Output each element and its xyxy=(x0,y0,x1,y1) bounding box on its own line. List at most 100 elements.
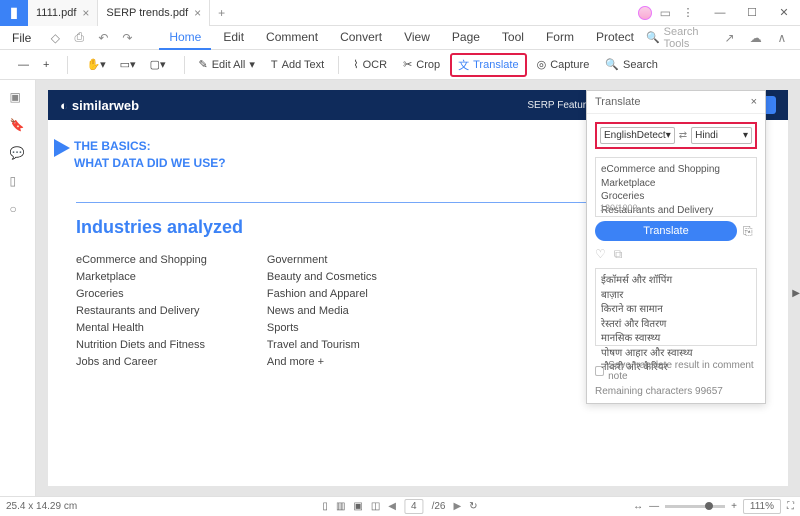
zoom-in-button[interactable]: + xyxy=(37,56,55,74)
copy-icon[interactable]: ⎘ xyxy=(743,224,757,238)
zoom-out-button[interactable]: — xyxy=(12,56,35,74)
remaining-chars: Remaining characters 99657 xyxy=(595,386,757,397)
ribbon-tab-form[interactable]: Form xyxy=(536,26,584,50)
swap-languages-icon[interactable]: ⇄ xyxy=(679,130,687,141)
char-count: 130/1000 xyxy=(600,203,757,213)
redo-icon[interactable]: ↷ xyxy=(117,28,137,48)
ribbon-tab-convert[interactable]: Convert xyxy=(330,26,392,50)
arrow-bullet-icon xyxy=(54,139,70,157)
undo-icon[interactable]: ↶ xyxy=(93,28,113,48)
fullscreen-icon[interactable]: ⛶ xyxy=(787,501,794,512)
comment-icon[interactable]: 💬 xyxy=(10,146,26,162)
zoom-out-icon[interactable]: — xyxy=(649,501,659,512)
thumbnails-icon[interactable]: ▣ xyxy=(10,90,26,106)
text-icon: T xyxy=(271,59,278,71)
maximize-icon[interactable]: ☐ xyxy=(740,3,764,23)
main-area: ▣ 🔖 💬 ▯ ○ ◐ similarweb SERP Feature Tren… xyxy=(0,80,800,496)
next-page-icon[interactable]: ▶ xyxy=(453,501,461,512)
ribbon-tab-home[interactable]: Home xyxy=(159,26,211,50)
close-window-icon[interactable]: ✕ xyxy=(772,3,796,23)
translate-panel: Translate × EnglishDetect▾ ⇄ Hindi▾ xyxy=(586,90,766,404)
rotate-icon[interactable]: ↻ xyxy=(469,501,477,512)
share-icon[interactable]: ↗ xyxy=(722,28,738,48)
translate-button[interactable]: 文 Translate xyxy=(450,53,526,77)
document-tabs: 1111.pdf × SERP trends.pdf × + xyxy=(28,0,638,26)
translate-action-button[interactable]: Translate xyxy=(595,221,737,241)
titlebar: ▮ 1111.pdf × SERP trends.pdf × + ▭ ⋮ — ☐… xyxy=(0,0,800,26)
tab-label: 1111.pdf xyxy=(36,7,76,19)
ribbon-tab-view[interactable]: View xyxy=(394,26,440,50)
heart-icon[interactable]: ♡ xyxy=(595,247,606,262)
print-icon[interactable]: ⎙ xyxy=(69,28,89,48)
search-tools-input[interactable]: 🔍 Search Tools xyxy=(646,26,712,50)
tab-label: SERP trends.pdf xyxy=(106,7,188,19)
view-continuous-icon[interactable]: ▥ xyxy=(336,501,345,512)
statusbar: 25.4 x 14.29 cm ▯ ▥ ▣ ◫ ◀ 4 /26 ▶ ↻ ↔ — … xyxy=(0,496,800,516)
chevron-down-icon: ▾ xyxy=(666,130,671,141)
minimize-icon[interactable]: — xyxy=(708,3,732,23)
tab-1111[interactable]: 1111.pdf × xyxy=(28,0,98,26)
expand-icon[interactable]: ∧ xyxy=(774,28,790,48)
ocr-icon: ⌇ xyxy=(353,58,358,71)
ribbon-tab-edit[interactable]: Edit xyxy=(213,26,254,50)
zoom-slider[interactable] xyxy=(665,505,725,508)
view-book-icon[interactable]: ◫ xyxy=(371,501,380,512)
hand-tool-icon[interactable]: ✋▾ xyxy=(80,55,111,74)
attachment-icon[interactable]: ▯ xyxy=(10,174,26,190)
file-menu[interactable]: File xyxy=(4,31,39,45)
fit-width-icon[interactable]: ↔ xyxy=(633,501,643,512)
tab-serp-trends[interactable]: SERP trends.pdf × xyxy=(98,0,210,26)
chevron-down-icon: ▾ xyxy=(743,130,748,141)
add-text-button[interactable]: T Add Text xyxy=(265,56,330,74)
ribbon-tabs: Home Edit Comment Convert View Page Tool… xyxy=(159,26,644,50)
document-page: ◐ similarweb SERP Feature Trends Every S… xyxy=(48,90,788,486)
industries-col-2: GovernmentBeauty and CosmeticsFashion an… xyxy=(267,254,377,385)
zoom-in-icon[interactable]: + xyxy=(731,501,737,512)
ribbon-tab-page[interactable]: Page xyxy=(442,26,490,50)
page-number-input[interactable]: 4 xyxy=(404,499,424,514)
camera-icon: ◎ xyxy=(537,58,547,71)
target-language-select[interactable]: Hindi▾ xyxy=(691,127,752,144)
add-tab-button[interactable]: + xyxy=(210,0,233,26)
save-icon[interactable]: ◇ xyxy=(45,28,65,48)
notification-icon[interactable]: ▭ xyxy=(660,6,668,20)
ribbon-tab-protect[interactable]: Protect xyxy=(586,26,644,50)
pencil-icon: ✎ xyxy=(199,58,208,71)
edit-all-button[interactable]: ✎ Edit All▾ xyxy=(193,55,261,74)
save-comment-checkbox[interactable]: Save translate result in comment note xyxy=(595,360,757,382)
translate-icon: 文 xyxy=(458,57,469,73)
close-icon[interactable]: × xyxy=(751,96,757,108)
cloud-icon[interactable]: ☁ xyxy=(748,28,764,48)
search-panel-icon[interactable]: ○ xyxy=(10,202,26,218)
checkbox-icon xyxy=(595,366,604,376)
select-tool-icon[interactable]: ▭▾ xyxy=(114,55,142,74)
kebab-icon[interactable]: ⋮ xyxy=(676,3,700,23)
fit-tool-icon[interactable]: ▢▾ xyxy=(144,55,172,74)
translate-panel-title: Translate xyxy=(595,96,640,108)
document-viewport[interactable]: ◐ similarweb SERP Feature Trends Every S… xyxy=(36,80,800,496)
view-two-page-icon[interactable]: ▣ xyxy=(353,501,362,512)
ribbon-tab-comment[interactable]: Comment xyxy=(256,26,328,50)
bookmark-icon[interactable]: 🔖 xyxy=(10,118,26,134)
basics-heading: THE BASICS: WHAT DATA DID WE USE? xyxy=(74,138,226,172)
logo-mark-icon: ◐ xyxy=(60,98,68,113)
result-text-area[interactable]: ईकॉमर्स और शॉपिंग बाज़ार किराने का सामान… xyxy=(595,268,757,346)
prev-page-icon[interactable]: ◀ xyxy=(388,501,396,512)
ocr-button[interactable]: ⌇ OCR xyxy=(347,55,393,74)
user-avatar-icon[interactable] xyxy=(638,6,652,20)
close-icon[interactable]: × xyxy=(194,6,201,20)
search-icon: 🔍 xyxy=(646,31,660,44)
source-language-select[interactable]: EnglishDetect▾ xyxy=(600,127,675,144)
crop-button[interactable]: ✂ Crop xyxy=(397,55,446,74)
search-button[interactable]: 🔍 Search xyxy=(599,55,664,74)
close-icon[interactable]: × xyxy=(82,6,89,20)
ribbon-tab-tool[interactable]: Tool xyxy=(492,26,534,50)
capture-button[interactable]: ◎ Capture xyxy=(531,55,596,74)
view-single-icon[interactable]: ▯ xyxy=(322,501,328,512)
zoom-level[interactable]: 111% xyxy=(743,499,781,514)
page-dimensions: 25.4 x 14.29 cm xyxy=(6,501,77,512)
clipboard-icon[interactable]: ⧉ xyxy=(614,247,623,262)
scroll-right-icon[interactable]: ▶ xyxy=(792,288,800,299)
industries-col-1: eCommerce and ShoppingMarketplaceGroceri… xyxy=(76,254,207,385)
search-icon: 🔍 xyxy=(605,58,619,71)
